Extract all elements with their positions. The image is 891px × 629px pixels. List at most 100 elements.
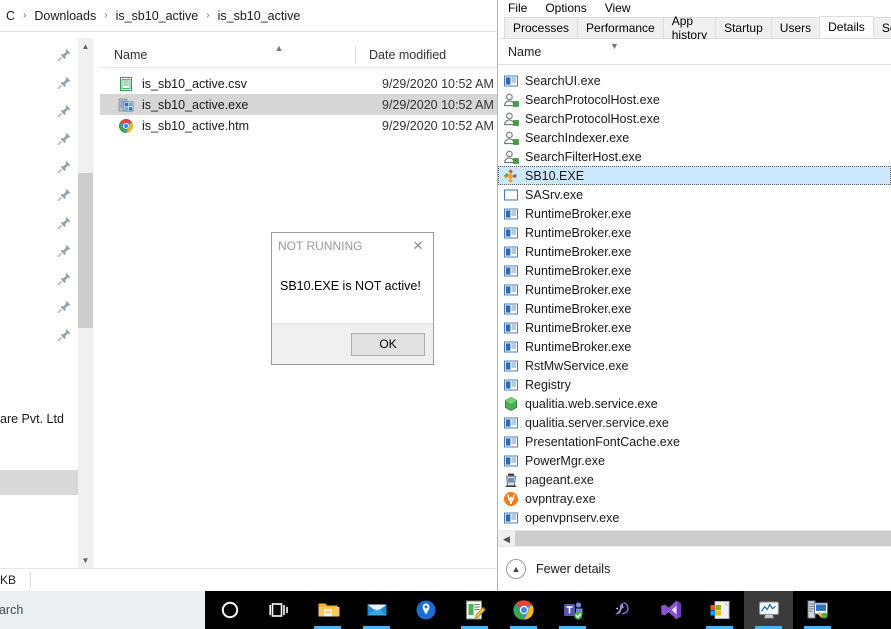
process-row[interactable]: SearchIndexer.exe [498,128,891,147]
process-row[interactable]: RuntimeBroker.exe [498,204,891,223]
pin-icon[interactable] [56,215,71,230]
file-row[interactable]: is_sb10_active.htm 9/29/2020 10:52 AM [100,115,497,136]
mail-icon[interactable] [352,591,401,629]
process-list[interactable]: SearchUI.exe SearchProtocolHost.exe Search… [498,71,891,530]
tab-processes[interactable]: Processes [504,17,579,38]
ok-button[interactable]: OK [351,332,425,356]
pin-icon[interactable] [56,299,71,314]
process-row[interactable]: RuntimeBroker.exe [498,280,891,299]
pin-icon[interactable] [56,159,71,174]
close-icon[interactable]: ✕ [403,234,433,258]
process-name: SB10.EXE [525,168,585,183]
process-row[interactable]: qualitia.server.service.exe [498,413,891,432]
pin-icon[interactable] [56,187,71,202]
fewer-details-button[interactable]: Fewer details [536,562,610,576]
scroll-left-icon[interactable]: ◀ [498,531,515,547]
process-row[interactable]: RuntimeBroker.exe [498,261,891,280]
process-row[interactable]: SearchUI.exe [498,71,891,90]
tab-users[interactable]: Users [770,17,821,38]
pin-icon[interactable] [56,103,71,118]
microsoft-teams-icon[interactable] [548,591,597,629]
file-explorer-icon[interactable] [303,591,352,629]
tab-details[interactable]: Details [819,16,874,38]
exe-installer-icon [118,97,134,113]
process-row[interactable]: openvpnserv.exe [498,508,891,527]
process-row[interactable]: SearchProtocolHost.exe [498,90,891,109]
file-list: is_sb10_active.csv 9/29/2020 10:52 AM is_s… [100,73,497,136]
sb10-app-icon[interactable] [793,591,842,629]
taskbar-search-box[interactable]: earch [0,591,205,629]
pin-icon[interactable] [56,47,71,62]
tab-performance[interactable]: Performance [577,17,664,38]
process-row[interactable]: pageant.exe [498,470,891,489]
dialog-title-bar[interactable]: NOT RUNNING ✕ [272,233,433,259]
process-row[interactable]: SB10.EXE [498,166,891,185]
task-manager-column-header[interactable]: Name ▼ [498,39,891,65]
process-name: RuntimeBroker.exe [525,263,632,278]
process-row[interactable]: RstMwService.exe [498,356,891,375]
process-name: PowerMgr.exe [525,453,605,468]
process-row[interactable]: RuntimeBroker.exe [498,223,891,242]
file-row[interactable]: is_sb10_active.exe 9/29/2020 10:52 AM [100,94,497,115]
sql-server-profiler-icon[interactable] [597,591,646,629]
process-row[interactable]: SearchProtocolHost.exe [498,109,891,128]
column-divider[interactable] [355,46,356,64]
process-row[interactable]: PowerMgr.exe [498,451,891,470]
service-user-icon [503,130,519,146]
chevron-up-circle-icon[interactable]: ▲ [506,559,526,579]
process-row[interactable]: qualitia.web.service.exe [498,394,891,413]
menu-file[interactable]: File [508,1,537,15]
process-row[interactable]: Registry [498,375,891,394]
pin-icon[interactable] [56,271,71,286]
address-bar[interactable]: C › Downloads › is_sb10_active › is_sb10_activ… [0,0,497,32]
pin-icon[interactable] [56,131,71,146]
notepad-editor-icon[interactable] [450,591,499,629]
maps-icon[interactable] [401,591,450,629]
chrome-icon[interactable] [499,591,548,629]
process-row[interactable]: ovpntray.exe [498,489,891,508]
horizontal-scrollbar[interactable]: ◀ [498,530,891,547]
window-app-icon [503,434,519,450]
process-row[interactable]: RuntimeBroker.exe [498,337,891,356]
not-running-dialog: NOT RUNNING ✕ SB10.EXE is NOT active! OK [271,232,434,365]
tab-app-history[interactable]: App history [662,14,717,42]
scroll-down-icon[interactable]: ▼ [78,552,93,568]
process-name: RuntimeBroker.exe [525,320,632,335]
breadcrumb-item-3[interactable]: is_sb10_active [214,7,305,25]
windows-media-icon[interactable] [695,591,744,629]
breadcrumb-item-1[interactable]: Downloads [30,7,100,25]
pin-icon[interactable] [56,327,71,342]
pin-icon[interactable] [56,243,71,258]
process-name: SASrv.exe [525,187,584,202]
window-app-icon [503,282,519,298]
menu-options[interactable]: Options [545,1,596,15]
process-name: SearchProtocolHost.exe [525,92,660,107]
process-row[interactable]: SASrv.exe [498,185,891,204]
breadcrumb[interactable]: C › Downloads › is_sb10_active › is_sb10_activ… [0,7,304,25]
breadcrumb-item-2[interactable]: is_sb10_active [112,7,203,25]
scroll-up-icon[interactable]: ▲ [78,38,93,54]
process-row[interactable]: RuntimeBroker.exe [498,242,891,261]
cortana-icon[interactable] [205,591,254,629]
process-row[interactable]: PresentationFontCache.exe [498,432,891,451]
menu-view[interactable]: View [605,1,641,15]
process-name: pageant.exe [525,472,594,487]
scrollbar-thumb[interactable] [78,173,93,328]
tab-startup[interactable]: Startup [715,17,772,38]
breadcrumb-item-0[interactable]: C [2,7,19,25]
navigation-pane-scrollbar[interactable]: ▲ ▼ [78,38,93,568]
pin-icon[interactable] [56,75,71,90]
file-name: is_sb10_active.htm [142,118,250,133]
column-header-date-modified[interactable]: Date modified [355,48,446,62]
column-header-name[interactable]: Name [100,48,355,62]
column-header-name[interactable]: Name [508,45,541,59]
tab-servic[interactable]: Servic [872,17,891,38]
process-row[interactable]: SearchFilterHost.exe [498,147,891,166]
process-row[interactable]: RuntimeBroker.exe [498,318,891,337]
process-row[interactable]: RuntimeBroker.exe [498,299,891,318]
visual-studio-icon[interactable] [646,591,695,629]
task-manager-icon[interactable] [744,591,793,629]
window-app-icon [503,73,519,89]
task-view-icon[interactable] [254,591,303,629]
file-row[interactable]: is_sb10_active.csv 9/29/2020 10:52 AM [100,73,497,94]
